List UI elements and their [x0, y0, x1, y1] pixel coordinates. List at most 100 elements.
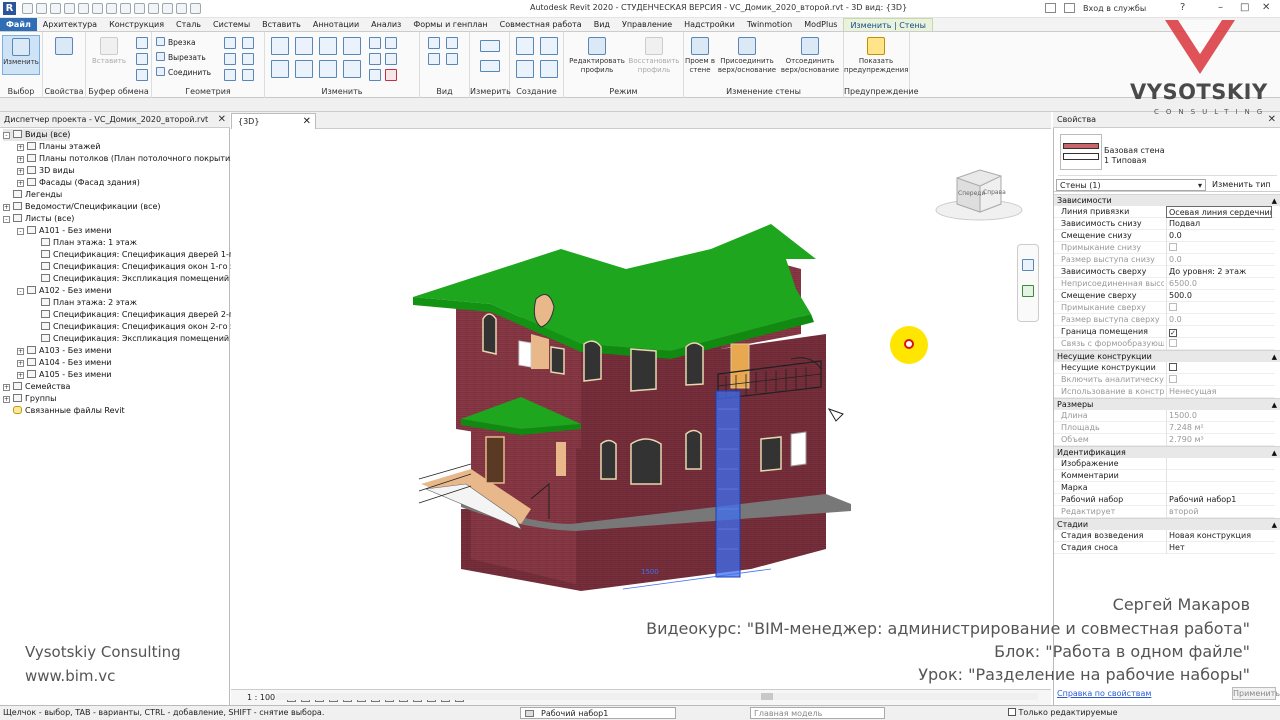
scroll-thumb[interactable]	[761, 693, 773, 700]
property-row[interactable]: Комментарии	[1054, 470, 1275, 482]
property-group-header[interactable]: Зависимости ▲	[1054, 194, 1280, 206]
text-icon[interactable]	[120, 3, 131, 14]
copy-element-icon[interactable]	[295, 60, 313, 78]
attach-top-base-button[interactable]: Присоединить верх/основание	[716, 35, 778, 75]
property-row[interactable]: Несущие конструкции	[1054, 362, 1275, 374]
wall-opening-button[interactable]: Проем в стене	[684, 35, 716, 75]
property-row[interactable]: Стадия сноса Нет	[1054, 542, 1275, 554]
expand-icon[interactable]: +	[17, 168, 24, 175]
undo-icon[interactable]	[64, 3, 75, 14]
browser-item[interactable]: План этажа: 1 этаж	[31, 237, 137, 249]
geometry-tool-3-icon[interactable]	[224, 53, 236, 65]
ribbon-tab[interactable]: Формы и генплан	[407, 18, 493, 31]
measure-icon[interactable]	[106, 3, 117, 14]
sync-icon[interactable]	[50, 3, 61, 14]
property-row[interactable]: Смещение сверху 500.0	[1054, 290, 1275, 302]
move-icon[interactable]	[271, 60, 289, 78]
trim-icon[interactable]	[343, 60, 361, 78]
property-checkbox[interactable]: ✓	[1169, 329, 1177, 337]
ribbon-tab[interactable]: Сталь	[170, 18, 207, 31]
browser-item[interactable]: Спецификация: Спецификация окон 2-го эта…	[31, 321, 256, 333]
browser-item[interactable]: - А102 - Без имени	[17, 285, 112, 297]
array-icon[interactable]	[369, 53, 381, 65]
notch-button[interactable]: Врезка	[156, 37, 196, 49]
property-row[interactable]: Рабочий набор Рабочий набор1	[1054, 494, 1275, 506]
geometry-tool-4-icon[interactable]	[242, 53, 254, 65]
ribbon-tab[interactable]: Конструкция	[103, 18, 170, 31]
properties-help-link[interactable]: Справка по свойствам	[1057, 689, 1151, 698]
ribbon-tab[interactable]: Архитектура	[37, 18, 103, 31]
property-row[interactable]: Граница помещения ✓	[1054, 326, 1275, 338]
join-button[interactable]: Соединить	[156, 67, 211, 79]
geometry-tool-2-icon[interactable]	[242, 37, 254, 49]
browser-item[interactable]: + Планы потолков (План потолочного покрыт…	[17, 153, 238, 165]
ribbon-tab[interactable]: Twinmotion	[741, 18, 798, 31]
collapse-icon[interactable]: -	[17, 288, 24, 295]
apply-button[interactable]: Применить	[1232, 687, 1280, 700]
collapse-icon[interactable]: -	[3, 132, 10, 139]
panel-label-select[interactable]: Выбор	[0, 87, 42, 96]
modify-button[interactable]: Изменить	[2, 35, 40, 75]
section-icon[interactable]	[148, 3, 159, 14]
property-value[interactable]	[1166, 458, 1272, 470]
browser-item[interactable]: План этажа: 2 этаж	[31, 297, 137, 309]
expand-icon[interactable]: +	[17, 144, 24, 151]
browser-item[interactable]: - А101 - Без имени	[17, 225, 112, 237]
rotate-icon[interactable]	[319, 60, 337, 78]
geometry-tool-1-icon[interactable]	[224, 37, 236, 49]
offset-icon[interactable]	[295, 37, 313, 55]
geometry-tool-6-icon[interactable]	[242, 69, 254, 81]
property-group-header[interactable]: Несущие конструкции ▲	[1054, 350, 1280, 362]
expand-icon[interactable]: +	[17, 156, 24, 163]
edit-type-button[interactable]: Изменить тип	[1212, 178, 1271, 192]
browser-item[interactable]: + А103 - Без имени	[17, 345, 112, 357]
open-icon[interactable]	[22, 3, 33, 14]
type-selector[interactable]: Базовая стена 1 Типовая	[1058, 132, 1277, 176]
pin-icon[interactable]	[369, 69, 381, 81]
scale-icon[interactable]	[385, 53, 397, 65]
view-cube[interactable]: Спереди Справа	[935, 168, 1023, 223]
expand-icon[interactable]: +	[3, 204, 10, 211]
cut-geometry-button[interactable]: Вырезать	[156, 52, 206, 64]
browser-item[interactable]: + Планы этажей	[17, 141, 100, 153]
expand-icon[interactable]: +	[17, 360, 24, 367]
browser-item[interactable]: + Семейства	[3, 381, 70, 393]
property-value[interactable]: 0.0	[1166, 230, 1272, 242]
hide-in-view-icon[interactable]	[428, 37, 440, 49]
ribbon-tab[interactable]: Управление	[616, 18, 678, 31]
ribbon-tab[interactable]: Аннотации	[307, 18, 365, 31]
copy-icon[interactable]	[136, 53, 148, 65]
mirror-draw-icon[interactable]	[343, 37, 361, 55]
view-tab-3d[interactable]: {3D} ✕	[231, 113, 316, 129]
view-scale[interactable]: 1 : 100	[247, 690, 275, 705]
property-row[interactable]: Смещение снизу 0.0	[1054, 230, 1275, 242]
property-value[interactable]: Рабочий набор1	[1166, 494, 1272, 506]
save-icon[interactable]	[36, 3, 47, 14]
3d-view-canvas[interactable]: 1500	[231, 129, 1051, 689]
browser-item[interactable]: + Ведомости/Спецификации (все)	[3, 201, 161, 213]
property-group-header[interactable]: Размеры ▲	[1054, 398, 1280, 410]
expand-icon[interactable]: +	[3, 396, 10, 403]
property-value[interactable]: Новая конструкция	[1166, 530, 1272, 542]
ribbon-tab[interactable]: ModPlus	[798, 18, 843, 31]
ribbon-tab[interactable]: Анализ	[365, 18, 407, 31]
delete-icon[interactable]	[385, 69, 397, 81]
ribbon-tab[interactable]: Вид	[588, 18, 616, 31]
aligned-dimension-icon[interactable]	[480, 60, 500, 72]
switch-windows-icon[interactable]	[190, 3, 201, 14]
create-similar-icon[interactable]	[540, 60, 558, 78]
ribbon-tab[interactable]: Вставить	[256, 18, 307, 31]
create-group-icon[interactable]	[540, 37, 558, 55]
property-value[interactable]	[1166, 362, 1272, 374]
property-value[interactable]: Подвал	[1166, 218, 1272, 230]
browser-item[interactable]: - Виды (все)	[3, 129, 71, 141]
collapse-icon[interactable]: -	[3, 216, 10, 223]
browser-item[interactable]: + А104 - Без имени	[17, 357, 112, 369]
browser-item[interactable]: Связанные файлы Revit	[3, 405, 125, 417]
ribbon-tab[interactable]: Системы	[207, 18, 256, 31]
properties-button[interactable]	[45, 35, 83, 75]
property-checkbox[interactable]	[1169, 363, 1177, 371]
override-graphics-icon[interactable]	[446, 37, 458, 49]
ribbon-tab[interactable]: Надстройки	[678, 18, 741, 31]
browser-item[interactable]: + Фасады (Фасад здания)	[17, 177, 140, 189]
